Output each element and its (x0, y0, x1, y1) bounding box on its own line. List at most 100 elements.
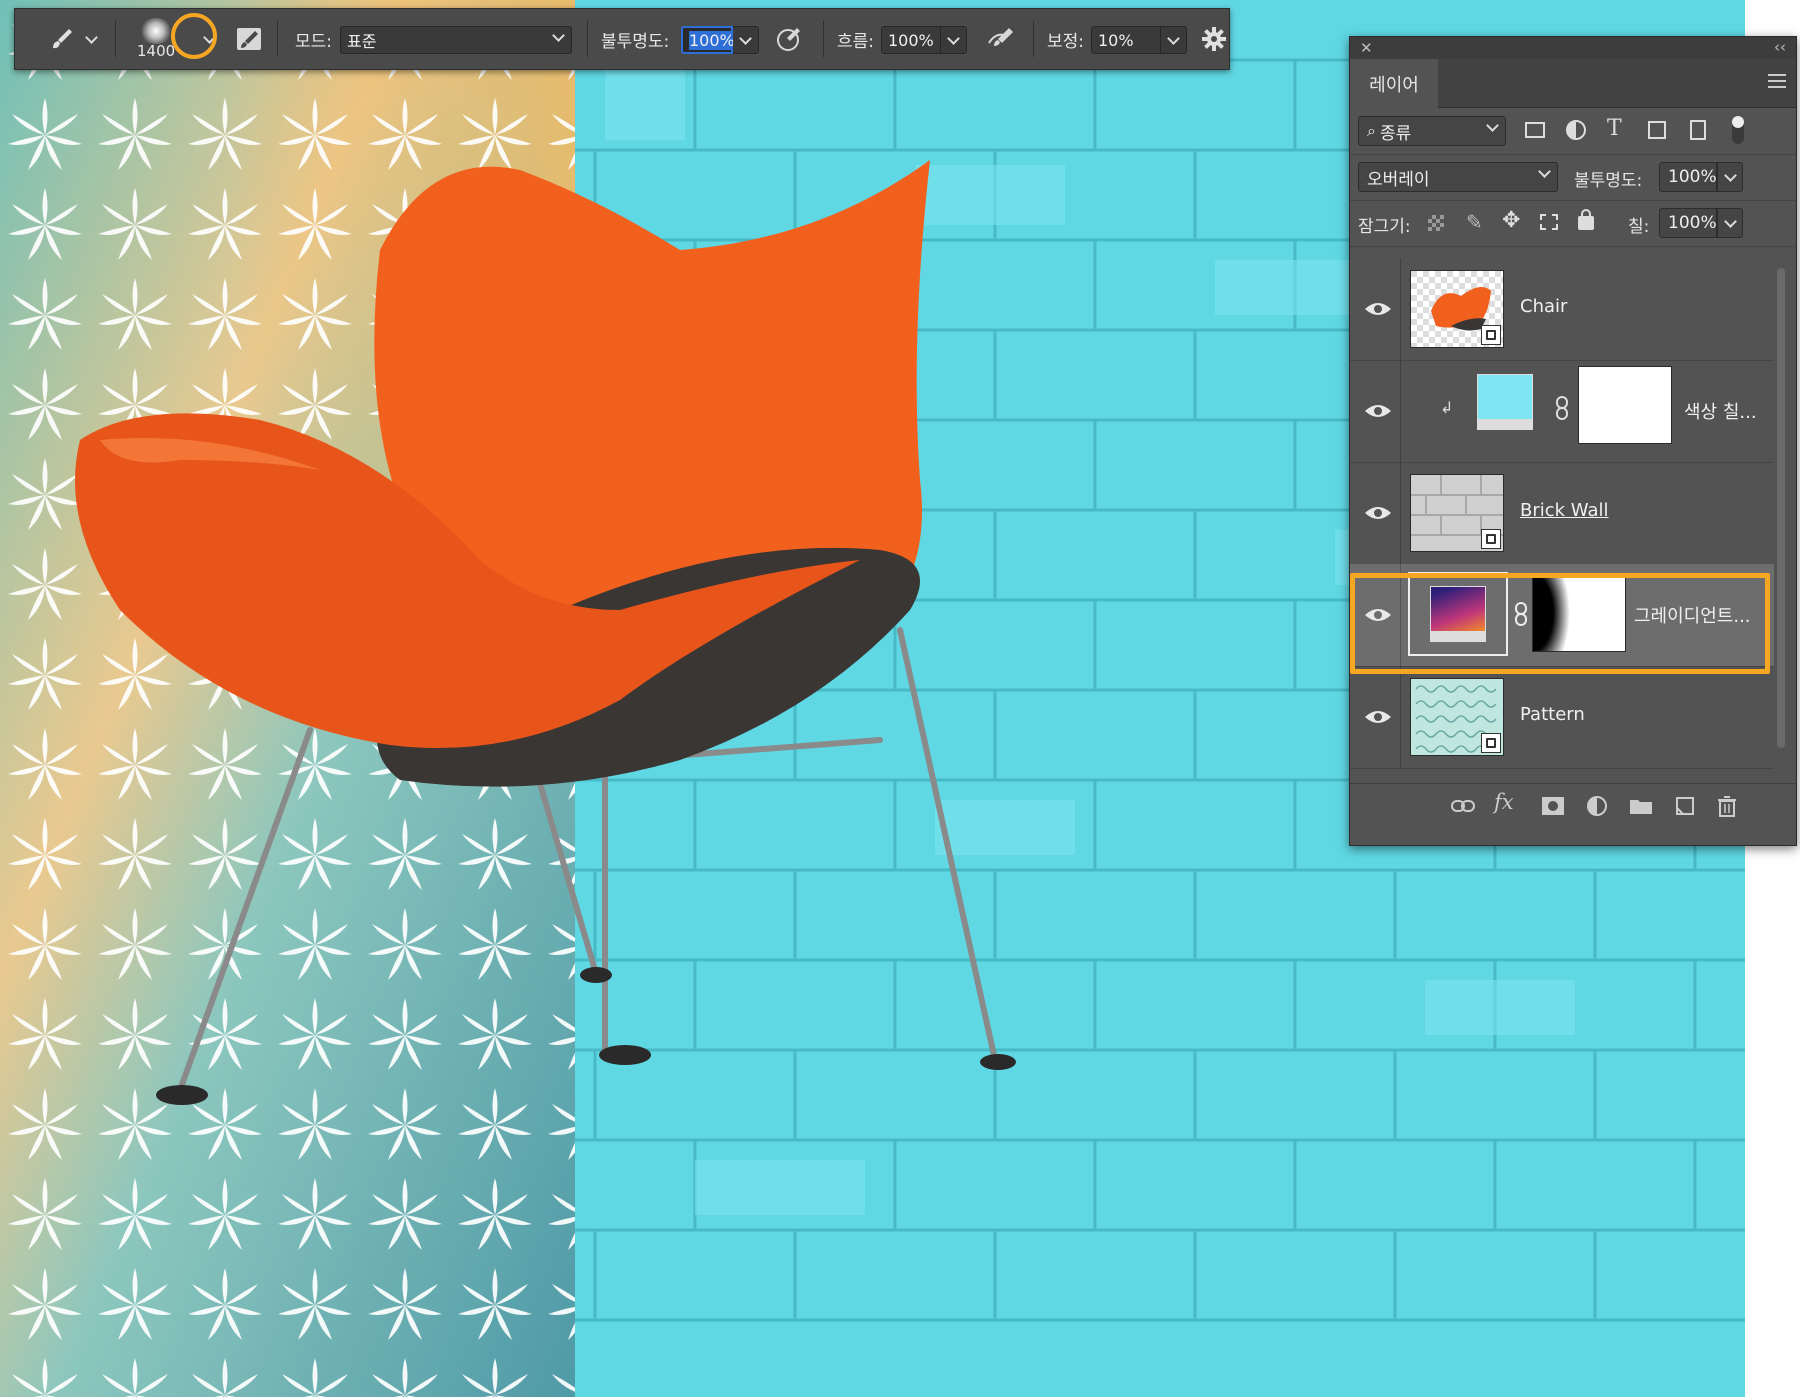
smoothing-input[interactable]: 10% (1091, 26, 1161, 54)
opacity-value: 100% (689, 30, 735, 50)
brush-icon (53, 29, 72, 49)
layer-opacity-label: 불투명도: (1574, 171, 1643, 191)
type-filter-icon[interactable]: T (1607, 116, 1622, 141)
smart-object-filter-icon[interactable] (1690, 120, 1706, 140)
fill-label: 칠: (1628, 217, 1650, 237)
smoothing-options-button[interactable] (1201, 9, 1227, 69)
folder-icon[interactable] (1628, 794, 1654, 818)
lock-pixels-icon[interactable]: ✎ (1466, 210, 1483, 234)
opacity-input[interactable]: 100% (681, 26, 735, 54)
chevron-down-icon (1723, 168, 1737, 182)
chevron-down-icon (1538, 165, 1551, 178)
fill-value: 100% (1668, 213, 1717, 233)
chevron-down-icon (85, 30, 98, 44)
opacity-dropdown[interactable] (733, 26, 759, 54)
fx-icon[interactable]: fx (1494, 790, 1520, 814)
layer-thumbnail (1410, 270, 1504, 348)
eye-icon[interactable] (1364, 402, 1392, 420)
smart-object-badge (1481, 733, 1501, 753)
lock-transparency-icon[interactable] (1428, 215, 1444, 231)
layer-row-pattern[interactable]: Pattern (1350, 666, 1774, 769)
smoothing-label: 보정: (1047, 31, 1085, 52)
chevron-down-icon (1167, 31, 1180, 45)
blend-mode-row: 오버레이 불투명도: 100% (1350, 154, 1796, 201)
search-icon: ⌕ (1367, 121, 1376, 140)
brush-tip-preview (139, 18, 174, 44)
smart-object-badge (1481, 325, 1501, 345)
layer-row-brick-wall[interactable]: Brick Wall (1350, 462, 1774, 565)
mask-icon[interactable] (1540, 794, 1566, 818)
blend-mode-select[interactable]: 오버레이 (1358, 162, 1558, 192)
callout-highlight-box (1350, 573, 1770, 674)
close-icon[interactable]: ✕ (1360, 39, 1373, 57)
layer-list: Chair ↲ 색상 칠... Brick Wall 그레이디언트... Pat… (1350, 258, 1796, 783)
lock-label: 잠그기: (1358, 217, 1411, 237)
link-icon[interactable] (1450, 794, 1476, 818)
trash-icon[interactable] (1714, 794, 1740, 818)
callout-highlight-circle (171, 13, 217, 59)
airbrush-icon (988, 28, 1013, 46)
link-icon[interactable] (1555, 396, 1569, 420)
blend-mode-value: 오버레이 (1367, 169, 1430, 190)
eye-icon[interactable] (1364, 504, 1392, 522)
layer-row-color-fill[interactable]: ↲ 색상 칠... (1350, 360, 1774, 463)
brush-tool-preset[interactable] (49, 9, 98, 69)
eye-icon[interactable] (1364, 300, 1392, 318)
new-layer-icon[interactable] (1672, 794, 1698, 818)
filter-kind-select[interactable]: ⌕ 종류 (1358, 116, 1506, 146)
adjustment-icon[interactable] (1584, 794, 1610, 818)
pressure-opacity-toggle[interactable] (775, 9, 803, 69)
filter-toggle-icon[interactable] (1732, 116, 1744, 144)
lock-position-icon[interactable]: ✥ (1502, 208, 1520, 233)
collapse-icon[interactable]: ‹‹ (1774, 38, 1786, 56)
opacity-label: 불투명도: (601, 31, 670, 52)
mask-thumbnail (1578, 366, 1672, 444)
mode-label: 모드: (295, 31, 333, 52)
brush-preset-picker[interactable]: 1400 (137, 9, 175, 69)
lock-all-icon[interactable] (1578, 209, 1594, 230)
chevron-down-icon (552, 29, 565, 42)
layer-opacity-dropdown[interactable] (1717, 162, 1743, 192)
layer-name: Brick Wall (1520, 500, 1609, 521)
chevron-down-icon (1723, 214, 1737, 228)
smart-object-badge (1481, 529, 1501, 549)
chair-layer-image (60, 140, 1040, 1110)
smoothing-value: 10% (1098, 30, 1134, 50)
layer-opacity-value: 100% (1668, 167, 1717, 187)
mode-value: 표준 (347, 32, 377, 51)
layer-list-scrollbar[interactable] (1777, 268, 1785, 748)
flow-input[interactable]: 100% (881, 26, 941, 54)
pressure-icon (777, 28, 800, 51)
flow-dropdown[interactable] (941, 26, 967, 54)
gear-icon (1202, 27, 1226, 51)
airbrush-toggle[interactable] (985, 9, 1017, 69)
lock-row: 잠그기: ✎ ✥ 칠: 100% (1350, 200, 1796, 247)
layer-row-chair[interactable]: Chair (1350, 258, 1774, 361)
lock-artboard-icon[interactable] (1540, 214, 1558, 230)
filter-kind-value: 종류 (1379, 123, 1412, 144)
fill-input[interactable]: 100% (1659, 208, 1717, 238)
brush-size-label: 1400 (137, 42, 176, 60)
flow-label: 흐름: (837, 31, 875, 52)
chevron-down-icon (1486, 119, 1499, 132)
layers-bottom-toolbar: fx (1350, 783, 1796, 828)
adjustment-filter-icon[interactable] (1566, 120, 1586, 140)
tab-layers[interactable]: 레이어 (1350, 59, 1438, 108)
fill-thumbnail (1477, 374, 1533, 430)
smoothing-dropdown[interactable] (1161, 26, 1187, 54)
panel-menu-icon[interactable] (1768, 74, 1786, 88)
shape-filter-icon[interactable] (1648, 121, 1666, 139)
layer-name: Pattern (1520, 704, 1585, 725)
chevron-down-icon (739, 31, 752, 45)
layer-thumbnail (1410, 474, 1504, 552)
chevron-down-icon (947, 31, 960, 45)
layer-opacity-input[interactable]: 100% (1659, 162, 1717, 192)
image-filter-icon[interactable] (1525, 122, 1545, 138)
mode-select[interactable]: 표준 (340, 26, 572, 54)
brush-settings-toggle[interactable] (235, 9, 263, 69)
flow-value: 100% (888, 30, 934, 50)
clipping-arrow-icon: ↲ (1440, 398, 1454, 417)
eye-icon[interactable] (1364, 708, 1392, 726)
layers-panel: ✕ ‹‹ 레이어 ⌕ 종류 T 오버레이 불투명도: 100% 잠그기: ✎ ✥… (1349, 36, 1797, 846)
fill-dropdown[interactable] (1717, 208, 1743, 238)
